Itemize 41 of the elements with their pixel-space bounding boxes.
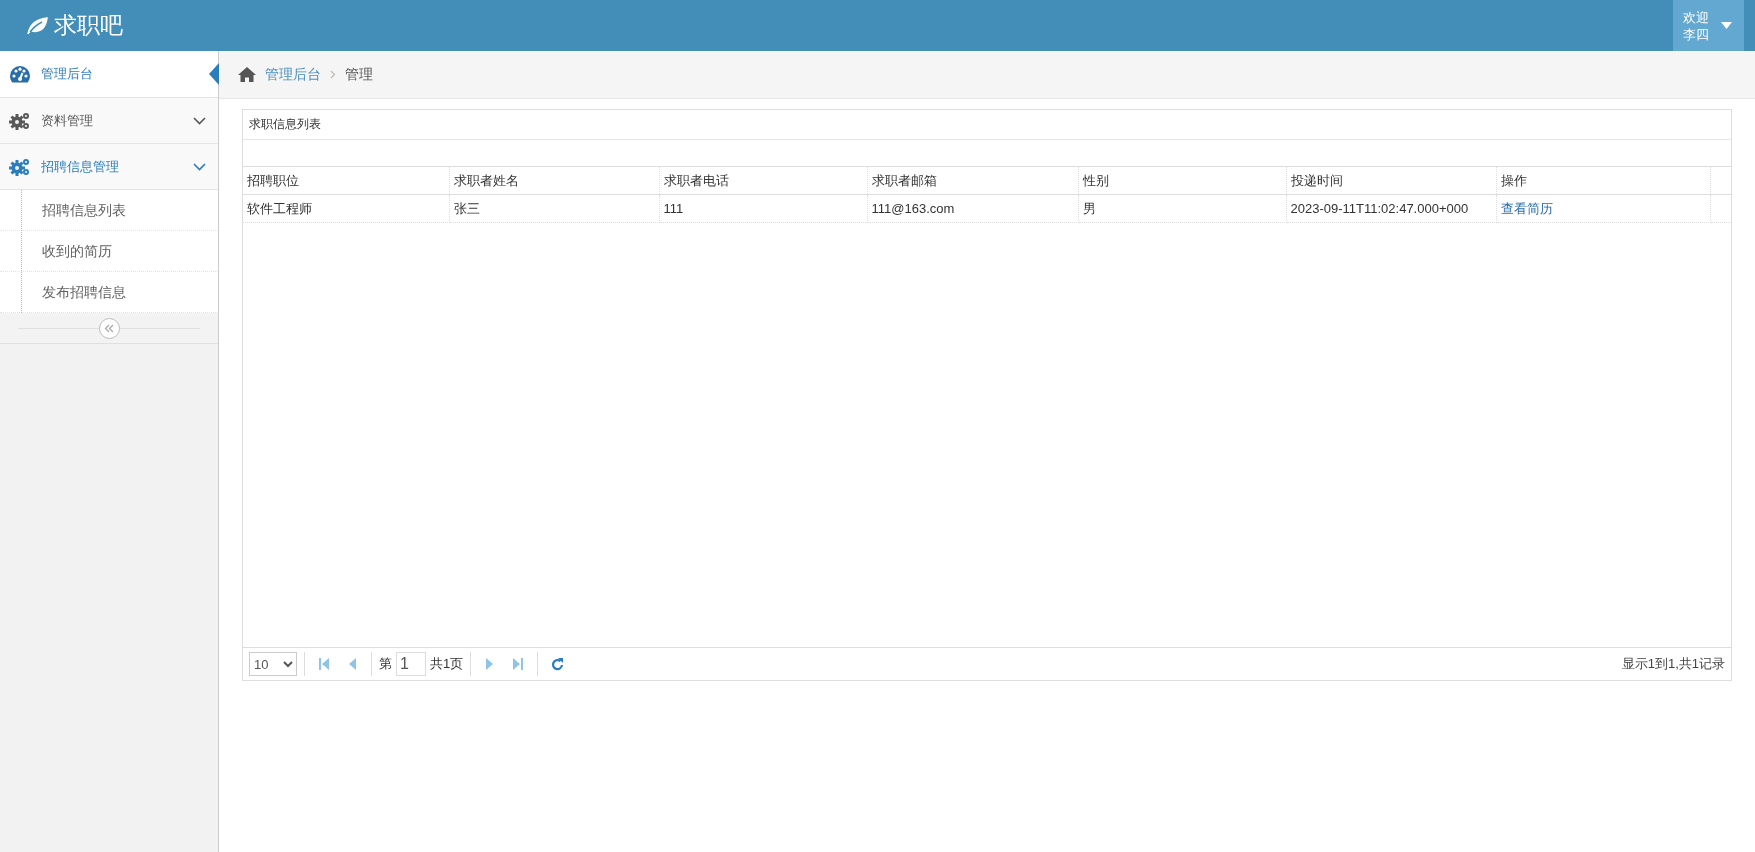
double-chevron-left-icon (104, 323, 114, 333)
first-page-icon (319, 658, 329, 670)
gears-icon (9, 156, 31, 177)
column-header: 求职者电话 (659, 167, 867, 195)
caret-icon (1721, 22, 1732, 29)
chevron-down-icon (193, 162, 206, 171)
page-size-select[interactable]: 10 (249, 652, 297, 676)
breadcrumb-link[interactable]: 管理后台 (265, 65, 321, 84)
table-cell: 张三 (449, 194, 659, 223)
record-summary: 显示1到1,共1记录 (1621, 655, 1725, 673)
column-header: 求职者邮箱 (867, 167, 1078, 195)
page-number-field[interactable]: 1 (396, 652, 426, 676)
chevron-down-icon (193, 116, 206, 125)
home-icon (238, 67, 256, 82)
table-cell: 111 (659, 194, 867, 223)
view-resume-link[interactable]: 查看简历 (1500, 200, 1553, 216)
table-cell: 2023-09-11T11:02:47.000+000 (1286, 194, 1496, 223)
chevron-right-icon (330, 70, 336, 79)
panel-title: 求职信息列表 (243, 110, 1731, 140)
page-count-label: 共1页 (430, 655, 464, 673)
sidebar-menu-item[interactable]: 管理后台 (0, 51, 218, 98)
column-header: 求职者姓名 (449, 167, 659, 195)
sidebar-menu-item[interactable]: 招聘信息管理 (0, 144, 218, 190)
table-cell: 111@163.com (867, 194, 1078, 223)
refresh-icon (550, 657, 564, 671)
column-header: 操作 (1496, 167, 1710, 195)
last-page-icon (513, 658, 524, 670)
sidebar-collapse-button[interactable] (98, 317, 120, 339)
previous-page-icon (347, 658, 357, 670)
column-header: 投递时间 (1286, 167, 1496, 195)
gears-icon (9, 110, 31, 131)
page-label: 第 (379, 655, 392, 673)
app-logo-title: 求职吧 (54, 11, 123, 40)
sidebar-menu-item[interactable]: 资料管理 (0, 98, 218, 144)
column-header: 性别 (1078, 167, 1286, 195)
table-cell: 软件工程师 (243, 194, 449, 223)
column-header: 招聘职位 (243, 167, 449, 195)
leaf-icon (26, 16, 48, 35)
dashboard-icon (9, 65, 31, 83)
breadcrumb-current: 管理 (345, 65, 373, 84)
table-cell: 男 (1078, 194, 1286, 223)
